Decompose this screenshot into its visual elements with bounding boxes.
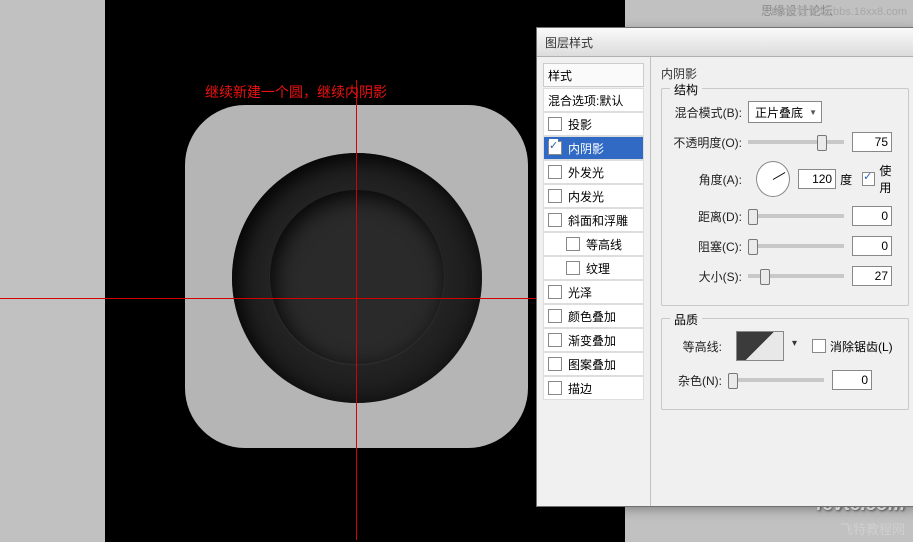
style-contour[interactable]: 等高线 — [543, 232, 644, 256]
layer-style-dialog: 图层样式 样式 混合选项:默认 投影 内阴影 外发光 内发光 斜面和浮雕 等高线… — [536, 27, 913, 507]
watermark-source: PS教程论坛 bbs.16xx8.com — [771, 3, 907, 19]
checkbox[interactable] — [548, 189, 562, 203]
checkbox[interactable] — [548, 141, 562, 155]
checkbox[interactable] — [548, 165, 562, 179]
inner-circle-shape — [270, 190, 444, 364]
style-bevel[interactable]: 斜面和浮雕 — [543, 208, 644, 232]
checkbox[interactable] — [548, 117, 562, 131]
antialias-checkbox[interactable] — [812, 339, 826, 353]
choke-slider[interactable] — [748, 244, 844, 248]
styles-list: 样式 混合选项:默认 投影 内阴影 外发光 内发光 斜面和浮雕 等高线 纹理 光… — [537, 57, 651, 506]
angle-unit: 度 — [840, 171, 852, 188]
style-color-overlay[interactable]: 颜色叠加 — [543, 304, 644, 328]
annotation-text: 继续新建一个圆，继续内阴影 — [205, 82, 387, 102]
style-options-panel: 内阴影 结构 混合模式(B): 正片叠底 不透明度(O): 75 角度(A): … — [651, 57, 913, 506]
checkbox[interactable] — [548, 381, 562, 395]
noise-input[interactable]: 0 — [832, 370, 872, 390]
style-inner-shadow[interactable]: 内阴影 — [543, 136, 644, 160]
checkbox[interactable] — [548, 357, 562, 371]
checkbox[interactable] — [548, 309, 562, 323]
use-global-label: 使用 — [879, 162, 902, 196]
dialog-title: 图层样式 — [545, 34, 593, 51]
distance-label: 距离(D): — [672, 208, 742, 225]
choke-label: 阻塞(C): — [672, 238, 742, 255]
size-input[interactable]: 27 — [852, 266, 892, 286]
structure-label: 结构 — [670, 81, 702, 98]
contour-label: 等高线: — [672, 338, 722, 355]
style-pattern-overlay[interactable]: 图案叠加 — [543, 352, 644, 376]
distance-input[interactable]: 0 — [852, 206, 892, 226]
noise-label: 杂色(N): — [672, 372, 722, 389]
blend-mode-select[interactable]: 正片叠底 — [748, 101, 822, 123]
antialias-label: 消除锯齿(L) — [830, 338, 893, 355]
style-drop-shadow[interactable]: 投影 — [543, 112, 644, 136]
size-slider[interactable] — [748, 274, 844, 278]
structure-group: 结构 混合模式(B): 正片叠底 不透明度(O): 75 角度(A): 120 … — [661, 88, 909, 306]
quality-label: 品质 — [670, 311, 702, 328]
contour-picker[interactable] — [736, 331, 784, 361]
angle-dial[interactable] — [756, 161, 790, 197]
checkbox[interactable] — [566, 261, 580, 275]
choke-input[interactable]: 0 — [852, 236, 892, 256]
opacity-input[interactable]: 75 — [852, 132, 892, 152]
watermark-cn: 飞特教程网 — [840, 519, 905, 538]
checkbox[interactable] — [548, 285, 562, 299]
guide-vertical-red — [356, 80, 357, 540]
quality-group: 品质 等高线: 消除锯齿(L) 杂色(N): 0 — [661, 318, 909, 410]
style-stroke[interactable]: 描边 — [543, 376, 644, 400]
use-global-light-checkbox[interactable] — [862, 172, 875, 186]
style-gradient-overlay[interactable]: 渐变叠加 — [543, 328, 644, 352]
angle-label: 角度(A): — [672, 171, 742, 188]
styles-header[interactable]: 样式 — [543, 63, 644, 87]
blend-options-item[interactable]: 混合选项:默认 — [543, 88, 644, 112]
style-outer-glow[interactable]: 外发光 — [543, 160, 644, 184]
noise-slider[interactable] — [728, 378, 824, 382]
dialog-titlebar[interactable]: 图层样式 — [537, 28, 913, 57]
panel-title: 内阴影 — [661, 65, 909, 82]
style-texture[interactable]: 纹理 — [543, 256, 644, 280]
opacity-label: 不透明度(O): — [672, 134, 742, 151]
checkbox[interactable] — [566, 237, 580, 251]
style-satin[interactable]: 光泽 — [543, 280, 644, 304]
style-inner-glow[interactable]: 内发光 — [543, 184, 644, 208]
opacity-slider[interactable] — [748, 140, 844, 144]
size-label: 大小(S): — [672, 268, 742, 285]
distance-slider[interactable] — [748, 214, 844, 218]
checkbox[interactable] — [548, 213, 562, 227]
angle-input[interactable]: 120 — [798, 169, 836, 189]
blend-mode-label: 混合模式(B): — [672, 104, 742, 121]
checkbox[interactable] — [548, 333, 562, 347]
